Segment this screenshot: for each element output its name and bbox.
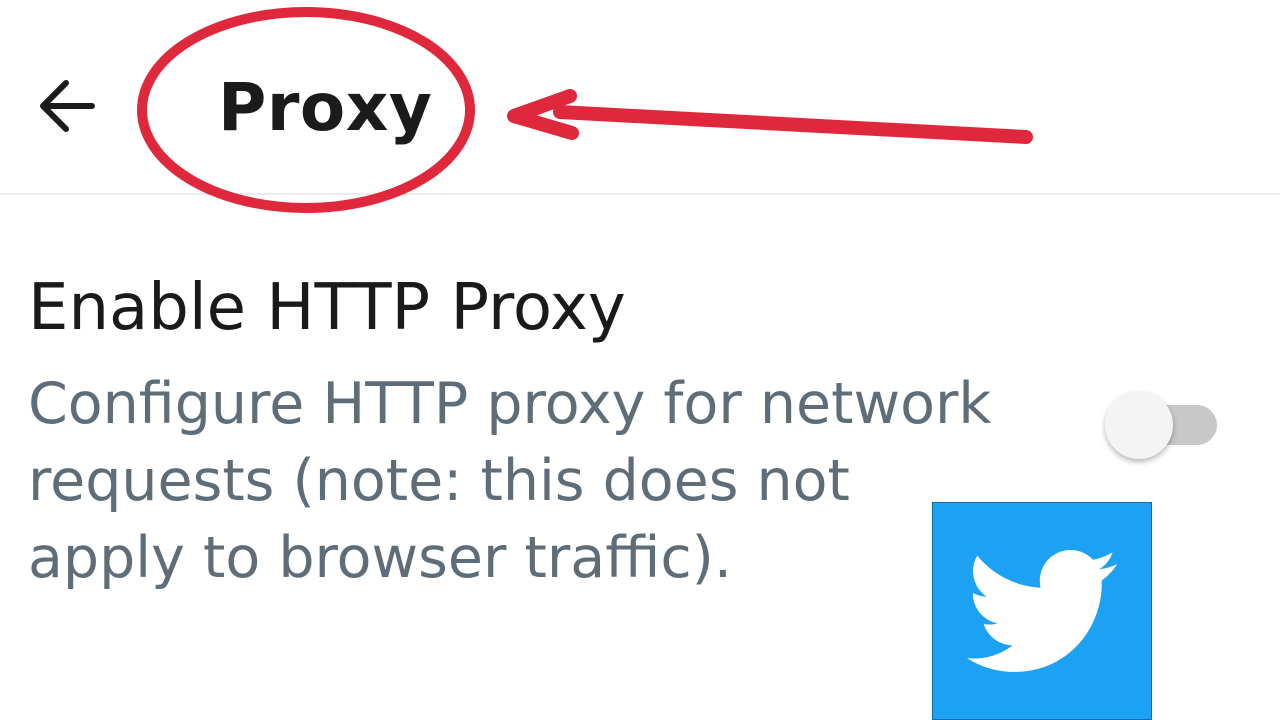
header-divider bbox=[0, 193, 1280, 195]
http-proxy-toggle[interactable] bbox=[1105, 391, 1217, 459]
setting-description-line: apply to browser traffic). bbox=[28, 525, 733, 591]
back-button[interactable] bbox=[30, 68, 106, 144]
setting-description-line: Configure HTTP proxy for network bbox=[28, 371, 992, 437]
page-title: Proxy bbox=[218, 69, 433, 146]
setting-description: Configure HTTP proxy for network request… bbox=[28, 366, 1088, 597]
app-bar: Proxy bbox=[0, 0, 1280, 194]
twitter-bird-icon bbox=[967, 550, 1117, 672]
setting-description-line: requests (note: this does not bbox=[28, 448, 850, 514]
twitter-logo-icon bbox=[932, 502, 1152, 720]
toggle-thumb bbox=[1105, 391, 1173, 459]
arrow-left-icon bbox=[40, 80, 95, 132]
setting-title: Enable HTTP Proxy bbox=[28, 271, 626, 345]
